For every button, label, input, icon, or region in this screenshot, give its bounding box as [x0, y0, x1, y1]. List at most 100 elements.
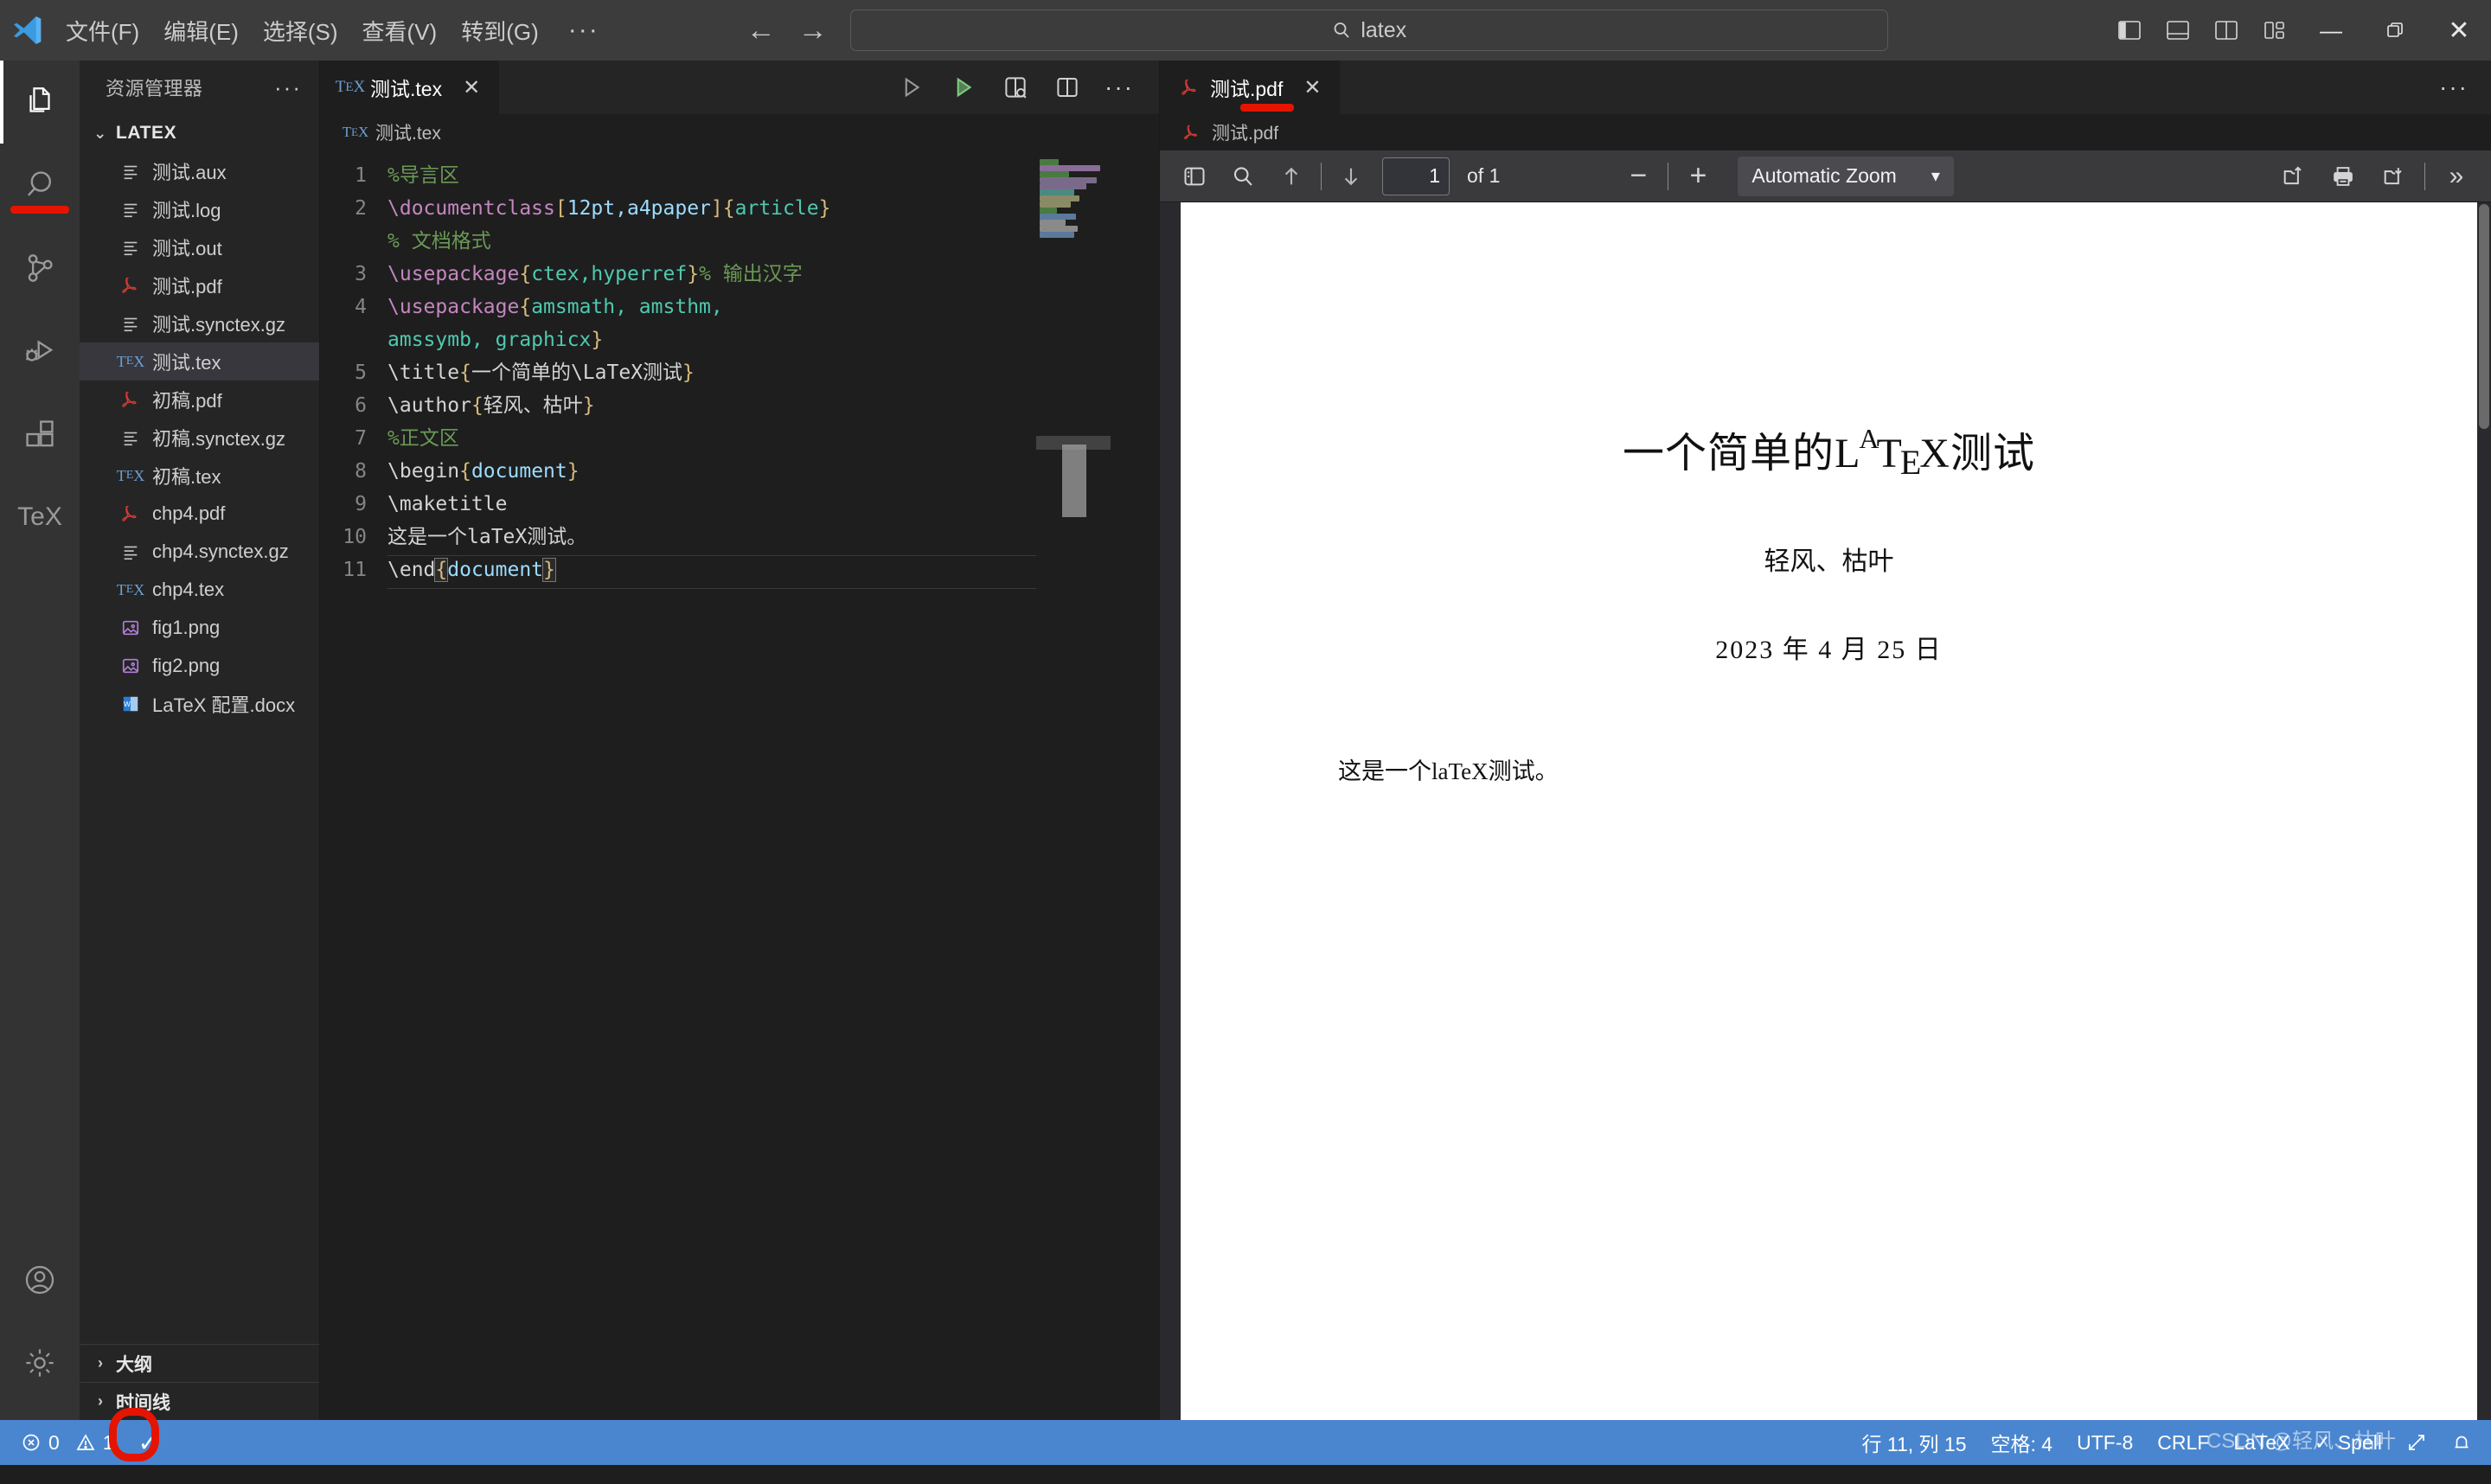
list-item[interactable]: 初稿.synctex.gz — [80, 419, 319, 457]
status-line-column[interactable]: 行 11, 列 15 — [1850, 1428, 1979, 1457]
status-remote-icon[interactable] — [2394, 1432, 2439, 1453]
status-notifications-bell-icon[interactable] — [2439, 1432, 2484, 1453]
spell-label: Spell — [2337, 1430, 2382, 1454]
breadcrumb[interactable]: TEX 测试.tex — [320, 114, 1159, 150]
tab-ceshi-tex[interactable]: TEX 测试.tex ✕ — [320, 61, 501, 114]
recipe-build-button[interactable] — [939, 61, 988, 114]
file-name: 测试.out — [152, 238, 222, 259]
view-latex-pdf-button[interactable] — [991, 61, 1040, 114]
window-restore-button[interactable] — [2363, 0, 2427, 61]
explorer-more-actions-icon[interactable]: ··· — [274, 74, 302, 101]
zoom-in-button[interactable]: + — [1675, 157, 1720, 196]
minimap-line — [1040, 220, 1066, 226]
gear-icon[interactable] — [0, 1321, 80, 1404]
menu-bar: 文件(F) 编辑(E) 选择(S) 查看(V) 转到(G) ··· — [54, 0, 617, 61]
menu-edit[interactable]: 编辑(E) — [151, 0, 251, 61]
pdf-vertical-scrollbar[interactable] — [2477, 202, 2491, 1420]
pdf-document-author: 轻风、枯叶 — [1764, 547, 1894, 576]
code-editor[interactable]: 1 %导言区 2 \documentclass[12pt,a4paper]{ar… — [320, 150, 1159, 1420]
file-name: 测试.tex — [152, 352, 221, 374]
list-item[interactable]: 测试.log — [80, 190, 319, 228]
previous-page-icon[interactable] — [1269, 157, 1314, 196]
code-line-4-wrap: · amssymb, graphicx} — [320, 323, 1159, 356]
sidebar-item-explorer[interactable] — [0, 61, 80, 144]
status-problems[interactable]: 0 1 — [9, 1431, 126, 1455]
close-icon[interactable]: ✕ — [1303, 75, 1321, 100]
status-build-success[interactable]: ✓ — [126, 1429, 170, 1457]
zoom-out-button[interactable]: − — [1616, 157, 1661, 196]
toggle-primary-sidebar-icon[interactable] — [2105, 0, 2154, 61]
editor-vertical-scrollbar[interactable] — [1135, 150, 1159, 1420]
save-icon[interactable] — [2371, 157, 2416, 196]
sidebar-item-source-control[interactable] — [0, 227, 80, 310]
command-center-search[interactable]: latex — [849, 10, 1888, 51]
accounts-icon[interactable] — [0, 1238, 80, 1321]
code-token: ] — [710, 197, 723, 220]
sidebar-item-extensions[interactable] — [0, 393, 80, 476]
menu-view[interactable]: 查看(V) — [350, 0, 450, 61]
window-close-button[interactable]: ✕ — [2427, 0, 2491, 61]
page-number-input[interactable]: 1 — [1382, 157, 1450, 195]
open-file-icon[interactable] — [2270, 157, 2315, 196]
close-icon[interactable]: ✕ — [463, 75, 480, 100]
pdf-viewport[interactable]: 一个简单的LATEX测试 轻风、枯叶 2023 年 4 月 25 日 这是一个l… — [1160, 202, 2491, 1420]
list-item[interactable]: fig2.png — [80, 647, 319, 685]
list-item[interactable]: TEX 初稿.tex — [80, 457, 319, 495]
code-text: \maketitle — [387, 493, 508, 515]
sidebar-item-run-and-debug[interactable] — [0, 310, 80, 393]
minimap-drag-handle[interactable] — [1062, 445, 1086, 517]
split-editor-button[interactable] — [1043, 61, 1092, 114]
menu-more[interactable]: ··· — [551, 0, 617, 61]
timeline-panel-header[interactable]: › 时间线 — [80, 1382, 319, 1420]
line-number: 4 — [355, 296, 367, 318]
list-item[interactable]: chp4.synctex.gz — [80, 533, 319, 571]
more-tools-icon[interactable]: » — [2434, 157, 2479, 196]
editor-more-actions-icon[interactable]: ··· — [1095, 61, 1143, 114]
list-item[interactable]: chp4.pdf — [80, 495, 319, 533]
print-icon[interactable] — [2321, 157, 2366, 196]
pdf-more-actions-icon[interactable]: ··· — [2417, 61, 2491, 114]
code-token: } — [682, 361, 695, 384]
pdf-find-icon[interactable] — [1220, 157, 1265, 196]
pdf-breadcrumb[interactable]: 测试.pdf — [1160, 114, 2491, 150]
toggle-panel-icon[interactable] — [2154, 0, 2202, 61]
back-arrow-icon[interactable]: ← — [746, 16, 776, 45]
list-item[interactable]: 测试.pdf — [80, 266, 319, 304]
sidebar-toggle-icon[interactable] — [1172, 157, 1217, 196]
window-minimize-button[interactable]: — — [2299, 0, 2363, 61]
list-item[interactable]: fig1.png — [80, 609, 319, 647]
list-item-selected[interactable]: TEX 测试.tex — [80, 342, 319, 381]
list-item[interactable]: 测试.aux — [80, 152, 319, 190]
status-spell-checker[interactable]: ✓ Spell — [2302, 1431, 2394, 1455]
status-encoding[interactable]: UTF-8 — [2065, 1431, 2145, 1455]
customize-layout-icon[interactable] — [2251, 0, 2299, 61]
menu-file[interactable]: 文件(F) — [54, 0, 151, 61]
list-item[interactable]: W LaTeX 配置.docx — [80, 685, 319, 723]
list-item[interactable]: 测试.synctex.gz — [80, 304, 319, 342]
forward-arrow-icon[interactable]: → — [798, 16, 828, 45]
status-language-mode[interactable]: LaTeX — [2221, 1431, 2302, 1455]
tex-icon: TEX — [116, 580, 145, 598]
toggle-secondary-sidebar-icon[interactable] — [2202, 0, 2251, 61]
sidebar-item-latex-workshop[interactable]: TeX — [0, 476, 80, 559]
folder-root-latex[interactable]: ⌄ LATEX — [80, 114, 319, 152]
outline-panel-header[interactable]: › 大纲 — [80, 1344, 319, 1382]
build-latex-project-button[interactable] — [887, 61, 936, 114]
menu-go[interactable]: 转到(G) — [449, 0, 551, 61]
code-text: \documentclass[12pt,a4paper]{article} — [387, 192, 830, 225]
list-item[interactable]: TEX chp4.tex — [80, 571, 319, 609]
status-indentation[interactable]: 空格: 4 — [1979, 1428, 2065, 1457]
line-number: 7 — [355, 427, 367, 450]
next-page-icon[interactable] — [1329, 157, 1374, 196]
zoom-level-select[interactable]: Automatic Zoom ▾ — [1738, 156, 1954, 196]
minimap-line — [1040, 183, 1086, 189]
pdf-scrollbar-thumb[interactable] — [2479, 204, 2489, 429]
status-eol[interactable]: CRLF — [2145, 1431, 2221, 1455]
code-text-area[interactable]: 1 %导言区 2 \documentclass[12pt,a4paper]{ar… — [320, 150, 1159, 1420]
pdf-icon — [119, 275, 142, 296]
list-item[interactable]: 测试.out — [80, 228, 319, 266]
menu-selection[interactable]: 选择(S) — [251, 0, 350, 61]
list-item[interactable]: 初稿.pdf — [80, 381, 319, 419]
minimap[interactable] — [1036, 150, 1111, 1420]
sidebar-item-search[interactable] — [0, 144, 80, 227]
